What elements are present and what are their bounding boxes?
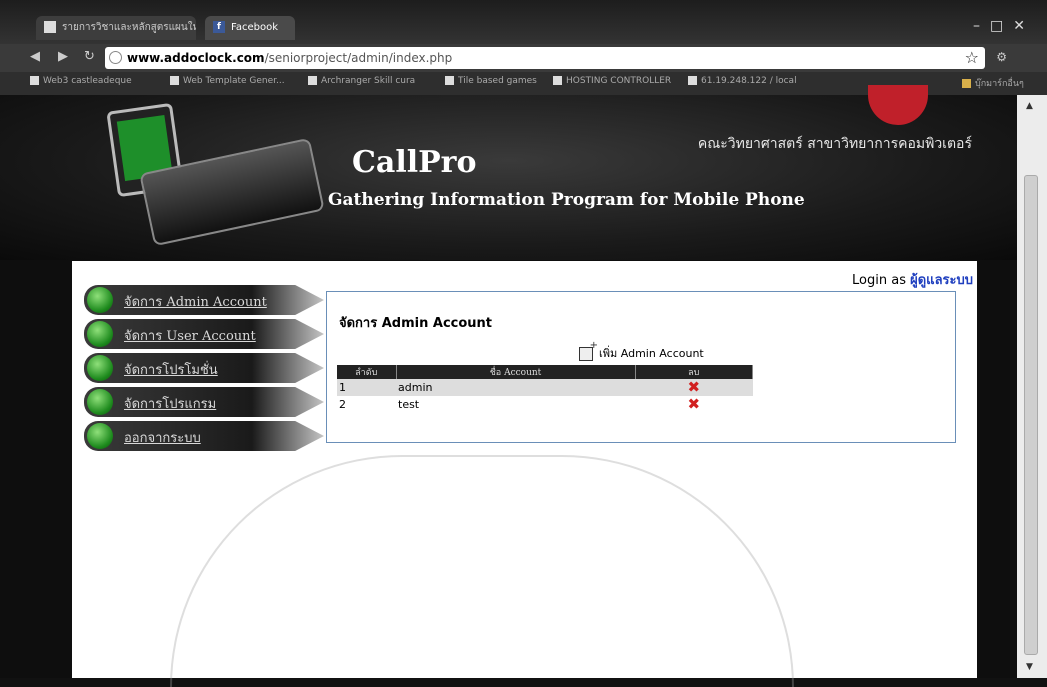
phpmyadmin-icon [688,76,697,85]
menu-item-promotion[interactable]: จัดการโปรโมชั่น [84,353,324,383]
bookmark-item[interactable]: Web3 castleadeque [30,76,132,86]
bookmark-item[interactable]: HOSTING CONTROLLER [553,76,671,86]
green-bullet-icon [87,389,113,415]
vertical-scrollbar[interactable]: ▲ ▼ [1017,95,1047,678]
faculty-name: คณะวิทยาศาสตร์ สาขาวิทยาการคอมพิวเตอร์ [697,136,972,152]
menu-item-label: จัดการ User Account [124,329,256,344]
bookmark-item[interactable]: Archranger Skill cura [308,76,415,86]
bookmark-label: HOSTING CONTROLLER [566,76,672,86]
bookmark-label: Web Template Gener... [183,76,285,86]
page-icon [30,76,39,85]
window-controls[interactable]: –□✕ [973,18,1035,34]
green-bullet-icon [87,287,113,313]
site-title: CallPro [352,145,477,180]
side-menu: จัดการ Admin Account จัดการ User Account… [84,285,324,455]
delete-cell: ✖ [635,379,753,396]
scroll-up-icon[interactable]: ▲ [1026,101,1033,111]
account-table: ลำดับ ชื่อ Account ลบ 1 admin ✖ 2 test ✖ [337,365,753,413]
scroll-down-icon[interactable]: ▼ [1026,662,1033,672]
table-row: 2 test ✖ [337,396,753,413]
bookmark-label: 61.19.248.122 / local [701,76,797,86]
url-path: /seniorproject/admin/index.php [264,51,453,65]
bookmark-item[interactable]: Tile based games [445,76,537,86]
server-icon [553,76,562,85]
row-name: test [398,398,420,411]
tab-facebook[interactable]: f Facebook [205,16,295,40]
row-number: 1 [337,379,396,396]
menu-item-label: จัดการโปรโมชั่น [124,363,218,378]
table-row: 1 admin ✖ [337,379,753,396]
browser-chrome: รายการวิชาและหลักสูตรแผนใหม่ f Facebook –… [0,0,1047,95]
bookmark-label: Archranger Skill cura [321,76,416,86]
bookmark-item[interactable]: Web Template Gener... [170,76,285,86]
menu-item-admin-account[interactable]: จัดการ Admin Account [84,285,324,315]
menu-item-label: จัดการ Admin Account [124,295,267,310]
menu-item-label: จัดการโปรแกรม [124,397,217,412]
facebook-icon: f [213,21,225,33]
green-bullet-icon [87,321,113,347]
tab-label: รายการวิชาและหลักสูตรแผนใหม่ [62,22,196,33]
page-icon [308,76,317,85]
main-content: Login as ผู้ดูแลระบบ จัดการ Admin Accoun… [72,261,977,678]
header-banner: คณะวิทยาศาสตร์ สาขาวิทยาการคอมพิวเตอร์ C… [0,85,1017,260]
bookmark-label: Tile based games [458,76,537,86]
panel-title: จัดการ Admin Account [339,316,493,331]
col-name: ชื่อ Account [396,365,636,379]
tab-label: Facebook [231,22,278,33]
admin-account-panel: จัดการ Admin Account เพิ่ม Admin Account… [326,291,956,443]
login-status: Login as ผู้ดูแลระบบ [852,269,973,290]
delete-icon[interactable]: ✖ [687,395,700,413]
page-icon [170,76,179,85]
other-bookmarks[interactable]: บุ๊กมาร์กอื่นๆ [962,76,1024,90]
menu-item-label: ออกจากระบบ [124,431,201,446]
row-number: 2 [339,398,346,411]
address-bar[interactable]: www.addoclock.com/seniorproject/admin/in… [105,47,985,69]
globe-icon [109,51,122,64]
url-row: ◀ ▶ ↻ www.addoclock.com/seniorproject/ad… [0,44,1047,72]
menu-item-logout[interactable]: ออกจากระบบ [84,421,324,451]
col-number: ลำดับ [337,365,397,379]
login-user[interactable]: ผู้ดูแลระบบ [910,273,973,288]
scrollbar-thumb[interactable] [1024,175,1038,655]
forward-icon[interactable]: ▶ [58,49,68,64]
site-subtitle: Gathering Information Program for Mobile… [328,190,805,210]
row-name: admin [396,379,635,396]
add-admin-label: เพิ่ม Admin Account [599,347,704,360]
delete-cell: ✖ [635,396,753,413]
wrench-icon[interactable]: ⚙ [996,50,1007,64]
url-host: www.addoclock.com [127,51,265,65]
login-prefix: Login as [852,273,906,288]
folder-icon [962,79,971,88]
add-admin-link[interactable]: เพิ่ม Admin Account [579,340,704,362]
green-bullet-icon [87,355,113,381]
bookmark-item[interactable]: 61.19.248.122 / local [688,76,797,86]
back-icon[interactable]: ◀ [30,49,40,64]
bookmark-label: Web3 castleadeque [43,76,132,86]
university-seal-icon [868,85,928,125]
tab-bar: รายการวิชาและหลักสูตรแผนใหม่ f Facebook –… [0,0,1047,44]
table-header-row: ลำดับ ชื่อ Account ลบ [337,365,753,379]
delete-icon[interactable]: ✖ [687,378,700,396]
green-bullet-icon [87,423,113,449]
reload-icon[interactable]: ↻ [84,49,95,64]
tab-course[interactable]: รายการวิชาและหลักสูตรแผนใหม่ [36,16,196,40]
page-icon [44,21,56,33]
col-delete: ลบ [635,365,753,379]
bookmark-star-icon[interactable]: ☆ [965,48,979,67]
add-icon [579,340,598,361]
page-icon [445,76,454,85]
menu-item-user-account[interactable]: จัดการ User Account [84,319,324,349]
menu-item-program[interactable]: จัดการโปรแกรม [84,387,324,417]
page-viewport: คณะวิทยาศาสตร์ สาขาวิทยาการคอมพิวเตอร์ C… [0,85,1017,687]
bookmark-label: บุ๊กมาร์กอื่นๆ [975,79,1024,89]
